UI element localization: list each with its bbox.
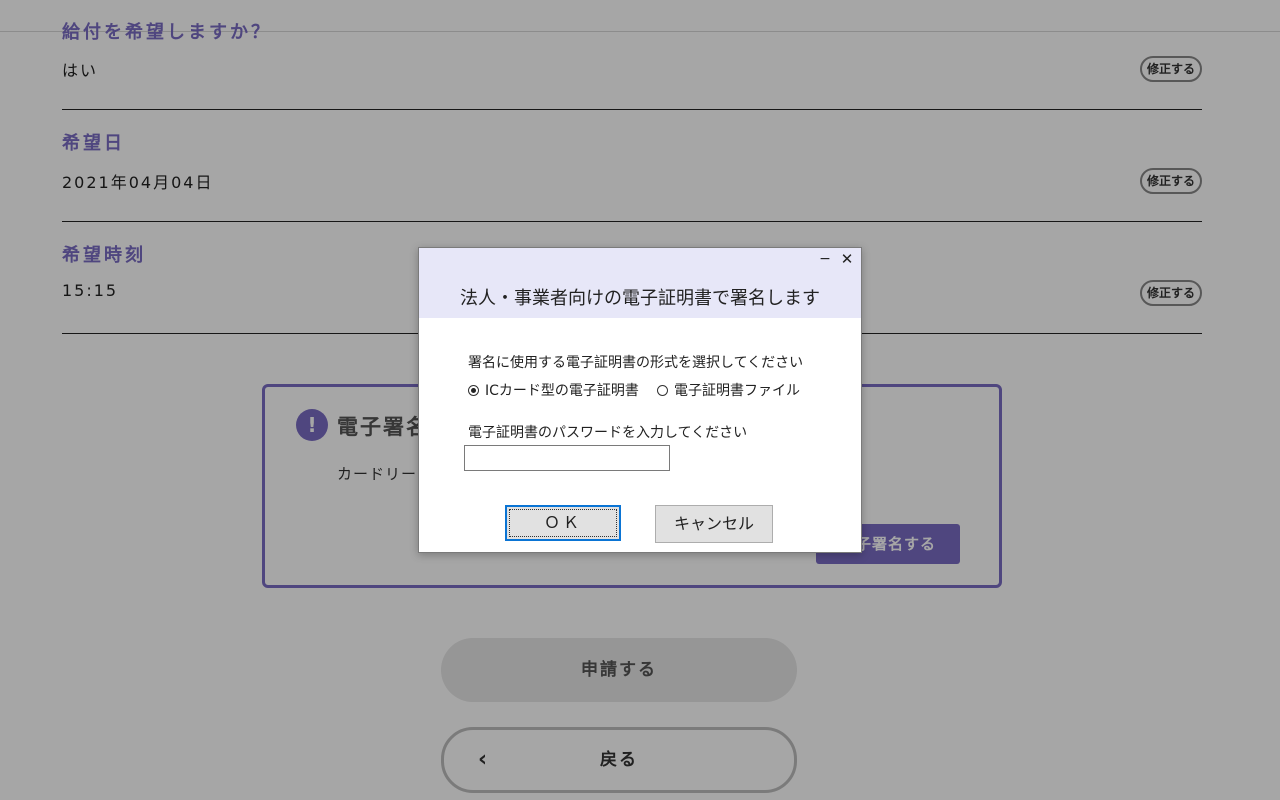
ok-button[interactable]: ＯＫ bbox=[505, 505, 621, 541]
password-label: 電子証明書のパスワードを入力してください bbox=[468, 425, 748, 441]
close-icon[interactable]: ✕ bbox=[839, 250, 855, 268]
radio-label: 電子証明書ファイル bbox=[674, 383, 800, 399]
dialog-title: 法人・事業者向けの電子証明書で署名します bbox=[460, 288, 820, 309]
cancel-button[interactable]: キャンセル bbox=[655, 505, 773, 543]
radio-certificate-file[interactable]: 電子証明書ファイル bbox=[657, 381, 800, 399]
dialog-header: − ✕ 法人・事業者向けの電子証明書で署名します bbox=[419, 248, 861, 318]
certificate-format-label: 署名に使用する電子証明書の形式を選択してください bbox=[468, 355, 804, 371]
radio-ic-card[interactable]: ICカード型の電子証明書 bbox=[468, 381, 639, 399]
radio-selected-icon bbox=[468, 384, 479, 396]
radio-unselected-icon bbox=[657, 384, 668, 396]
password-input[interactable] bbox=[464, 445, 670, 471]
minimize-icon[interactable]: − bbox=[817, 250, 833, 268]
radio-label: ICカード型の電子証明書 bbox=[485, 383, 639, 399]
certificate-signature-dialog: − ✕ 法人・事業者向けの電子証明書で署名します 署名に使用する電子証明書の形式… bbox=[418, 247, 862, 553]
